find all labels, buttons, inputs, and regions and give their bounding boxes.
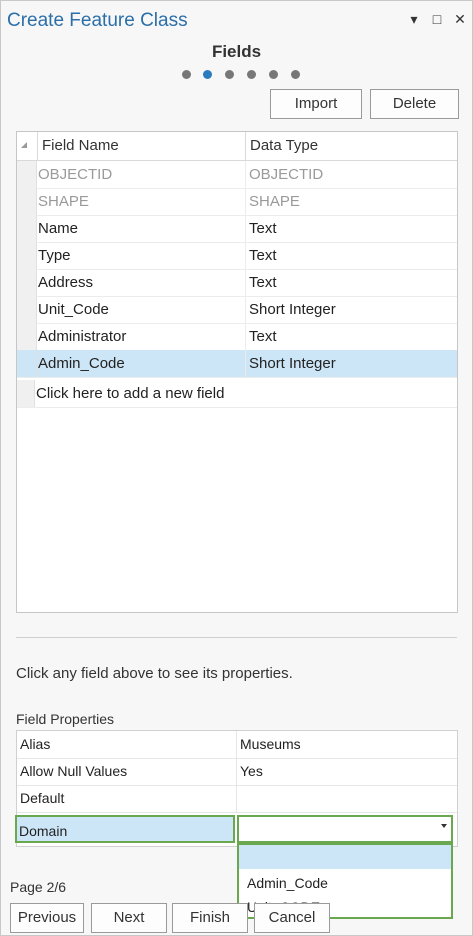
property-row-default: Default [17,785,457,813]
next-button[interactable]: Next [91,903,167,933]
fields-grid: Field Name Data Type OBJECTID OBJECTID S… [16,131,458,613]
allow-null-value[interactable]: Yes [236,758,461,785]
step-title: Fields [211,42,262,61]
close-icon[interactable]: ✕ [452,10,468,28]
field-name-cell[interactable]: Unit_Code [37,296,246,323]
field-name-cell[interactable]: SHAPE [37,188,246,215]
field-name-cell[interactable]: Admin_Code [37,350,246,377]
step-dot-2[interactable] [203,70,212,79]
data-type-cell[interactable]: Short Integer [249,296,457,323]
step-dot-4[interactable] [247,70,256,79]
data-type-cell[interactable]: Short Integer [249,350,457,377]
default-value[interactable] [236,785,461,812]
step-dot-1[interactable] [182,70,191,79]
add-new-field-row[interactable]: Click here to add a new field [17,380,457,408]
table-row[interactable]: Type Text [17,242,457,270]
property-key: Allow Null Values [20,763,128,779]
property-key: Default [20,790,65,806]
table-row[interactable]: Administrator Text [17,323,457,351]
table-row-selected[interactable]: Admin_Code Short Integer [17,350,457,378]
page-indicator: Page 2/6 [10,879,67,895]
data-type-cell[interactable]: Text [249,269,457,296]
data-type-cell[interactable]: Text [249,242,457,269]
domain-select[interactable] [237,815,453,843]
field-properties-label: Field Properties [16,711,115,727]
properties-hint: Click any field above to see its propert… [16,665,293,682]
table-row[interactable]: Address Text [17,269,457,297]
maximize-icon[interactable]: □ [429,10,445,28]
finish-button[interactable]: Finish [172,903,248,933]
field-name-cell[interactable]: Name [37,215,246,242]
table-row[interactable]: OBJECTID OBJECTID [17,161,457,189]
create-feature-class-pane: Create Feature Class ▾ □ ✕ Fields Import… [0,0,473,936]
step-dot-6[interactable] [291,70,300,79]
pane-title: Create Feature Class [7,10,188,31]
data-type-cell[interactable]: SHAPE [249,188,457,215]
grid-header: Field Name Data Type [17,132,457,161]
import-button[interactable]: Import [270,89,362,119]
data-type-cell[interactable]: Text [249,323,457,350]
divider [16,637,457,638]
data-type-cell[interactable]: OBJECTID [249,161,457,188]
field-name-cell[interactable]: Type [37,242,246,269]
column-header-field-name[interactable]: Field Name [37,132,249,160]
property-row-alias: Alias Museums [17,731,457,759]
field-name-cell[interactable]: Administrator [37,323,246,350]
field-name-cell[interactable]: Address [37,269,246,296]
field-name-cell[interactable]: OBJECTID [37,161,246,188]
previous-button[interactable]: Previous [10,903,84,933]
property-key: Alias [20,736,51,752]
delete-button[interactable]: Delete [370,89,459,119]
alias-value[interactable]: Museums [236,731,461,758]
domain-label: Domain [15,815,235,843]
step-dot-5[interactable] [269,70,278,79]
add-new-field-label[interactable]: Click here to add a new field [36,380,224,407]
property-row-allow-null: Allow Null Values Yes [17,758,457,786]
table-row[interactable]: SHAPE SHAPE [17,188,457,216]
domain-option-admin-code[interactable]: Admin_Code [239,871,451,895]
cancel-button[interactable]: Cancel [254,903,330,933]
data-type-cell[interactable]: Text [249,215,457,242]
sort-indicator-icon[interactable] [21,142,27,148]
table-row[interactable]: Unit_Code Short Integer [17,296,457,324]
domain-option-empty[interactable] [239,845,451,869]
pane-menu-button[interactable]: ▾ [406,10,422,28]
table-row[interactable]: Name Text [17,215,457,243]
column-header-data-type[interactable]: Data Type [245,132,462,160]
chevron-down-icon[interactable] [441,824,447,828]
step-dot-3[interactable] [225,70,234,79]
